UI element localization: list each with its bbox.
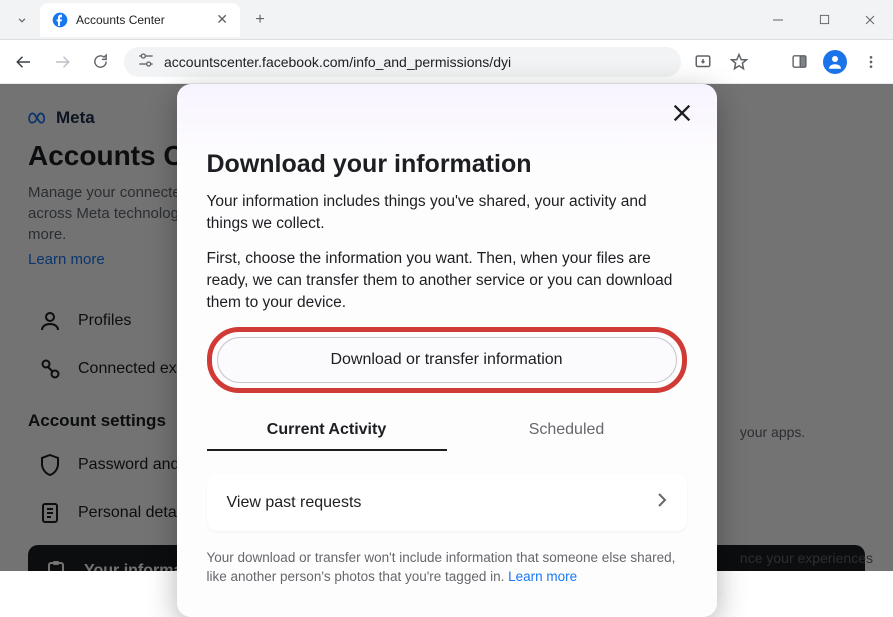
download-information-modal: Download your information Your informati… [177, 84, 717, 617]
close-icon [864, 14, 876, 26]
nav-reload-button[interactable] [86, 48, 114, 76]
close-icon [671, 102, 693, 124]
tab-close-button[interactable]: ✕ [216, 11, 228, 28]
minimize-icon [772, 14, 784, 26]
menu-icon[interactable] [859, 50, 883, 74]
tab-current-activity[interactable]: Current Activity [207, 411, 447, 451]
window-maximize-button[interactable] [801, 0, 847, 40]
facebook-favicon-icon [52, 12, 68, 28]
modal-title: Download your information [207, 150, 687, 179]
tab-title: Accounts Center [76, 13, 208, 27]
install-app-icon[interactable] [691, 50, 715, 74]
browser-tabs-bar: Accounts Center ✕ + [0, 0, 893, 40]
browser-address-bar: accountscenter.facebook.com/info_and_per… [0, 40, 893, 84]
url-text: accountscenter.facebook.com/info_and_per… [164, 54, 511, 70]
chevron-down-icon [15, 13, 29, 27]
download-or-transfer-button[interactable]: Download or transfer information [217, 337, 677, 383]
nav-forward-button[interactable] [48, 48, 76, 76]
footer-learn-more-link[interactable]: Learn more [508, 569, 577, 584]
reload-icon [92, 53, 109, 70]
chevron-right-icon [657, 492, 667, 513]
new-tab-button[interactable]: + [246, 6, 274, 34]
nav-back-button[interactable] [10, 48, 38, 76]
modal-paragraph-2: First, choose the information you want. … [207, 248, 687, 313]
profile-avatar-icon[interactable] [823, 50, 847, 74]
url-input[interactable]: accountscenter.facebook.com/info_and_per… [124, 47, 681, 77]
arrow-left-icon [15, 53, 33, 71]
modal-tabs: Current Activity Scheduled [207, 411, 687, 452]
modal-close-button[interactable] [671, 102, 693, 129]
tab-search-dropdown[interactable] [8, 6, 36, 34]
tab-scheduled[interactable]: Scheduled [447, 411, 687, 451]
browser-tab[interactable]: Accounts Center ✕ [40, 3, 240, 37]
window-minimize-button[interactable] [755, 0, 801, 40]
modal-footer-note: Your download or transfer won't include … [207, 549, 687, 587]
window-close-button[interactable] [847, 0, 893, 40]
bookmark-icon[interactable] [727, 50, 751, 74]
highlight-annotation: Download or transfer information [207, 327, 687, 393]
modal-overlay: Download your information Your informati… [0, 84, 893, 571]
maximize-icon [819, 14, 830, 25]
modal-paragraph-1: Your information includes things you've … [207, 191, 687, 234]
site-settings-icon[interactable] [138, 53, 154, 70]
view-past-requests-row[interactable]: View past requests [207, 474, 687, 531]
list-row-label: View past requests [227, 494, 362, 512]
arrow-right-icon [53, 53, 71, 71]
side-panel-icon[interactable] [787, 50, 811, 74]
